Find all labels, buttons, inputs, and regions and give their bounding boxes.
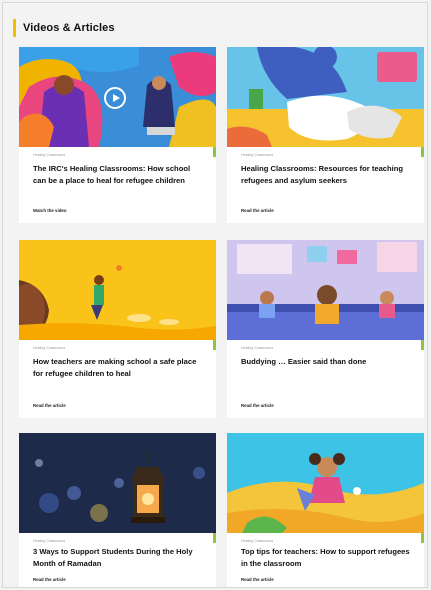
card-image[interactable] [19,47,216,147]
card-accent [421,533,424,543]
section-header: Videos & Articles [13,13,115,43]
card-title[interactable]: Healing Classrooms: Resources for teachi… [241,163,411,187]
card-eyebrow: Healing Classrooms [241,153,274,157]
card-image[interactable] [19,240,216,340]
card-accent [421,147,424,157]
card-accent [213,147,216,157]
card-eyebrow: Healing Classrooms [33,346,66,350]
videos-articles-panel: Videos & Articles Healing Classrooms The… [2,2,428,588]
section-title: Videos & Articles [23,22,115,34]
card-title[interactable]: The IRC's Healing Classrooms: How school… [33,163,203,187]
card-image[interactable] [19,433,216,533]
card-title[interactable]: How teachers are making school a safe pl… [33,356,203,380]
read-article-link[interactable]: Read the article [241,208,274,213]
card-accent [421,340,424,350]
play-circle-icon[interactable] [104,87,126,109]
read-article-link[interactable]: Read the article [241,403,274,408]
card-eyebrow: Healing Classrooms [241,539,274,543]
read-article-link[interactable]: Read the article [33,403,66,408]
card-article-safe-place[interactable]: Healing Classrooms How teachers are maki… [19,240,216,418]
card-article-buddying[interactable]: Healing Classrooms Buddying … Easier sai… [227,240,424,418]
card-accent [213,340,216,350]
card-video-healing-classrooms[interactable]: Healing Classrooms The IRC's Healing Cla… [19,47,216,223]
card-eyebrow: Healing Classrooms [241,346,274,350]
read-article-link[interactable]: Read the article [33,577,66,582]
read-article-link[interactable]: Read the article [241,577,274,582]
watch-video-link[interactable]: Watch the video [33,208,67,213]
card-title[interactable]: Top tips for teachers: How to support re… [241,546,411,570]
card-title[interactable]: 3 Ways to Support Students During the Ho… [33,546,203,570]
card-eyebrow: Healing Classrooms [33,153,66,157]
card-article-ramadan[interactable]: Healing Classrooms 3 Ways to Support Stu… [19,433,216,587]
card-image[interactable] [227,240,424,340]
card-image[interactable] [227,47,424,147]
card-title[interactable]: Buddying … Easier said than done [241,356,411,368]
header-accent-bar [13,19,16,37]
card-accent [213,533,216,543]
card-article-top-tips[interactable]: Healing Classrooms Top tips for teachers… [227,433,424,587]
card-eyebrow: Healing Classrooms [33,539,66,543]
card-article-resources[interactable]: Healing Classrooms Healing Classrooms: R… [227,47,424,223]
card-image[interactable] [227,433,424,533]
